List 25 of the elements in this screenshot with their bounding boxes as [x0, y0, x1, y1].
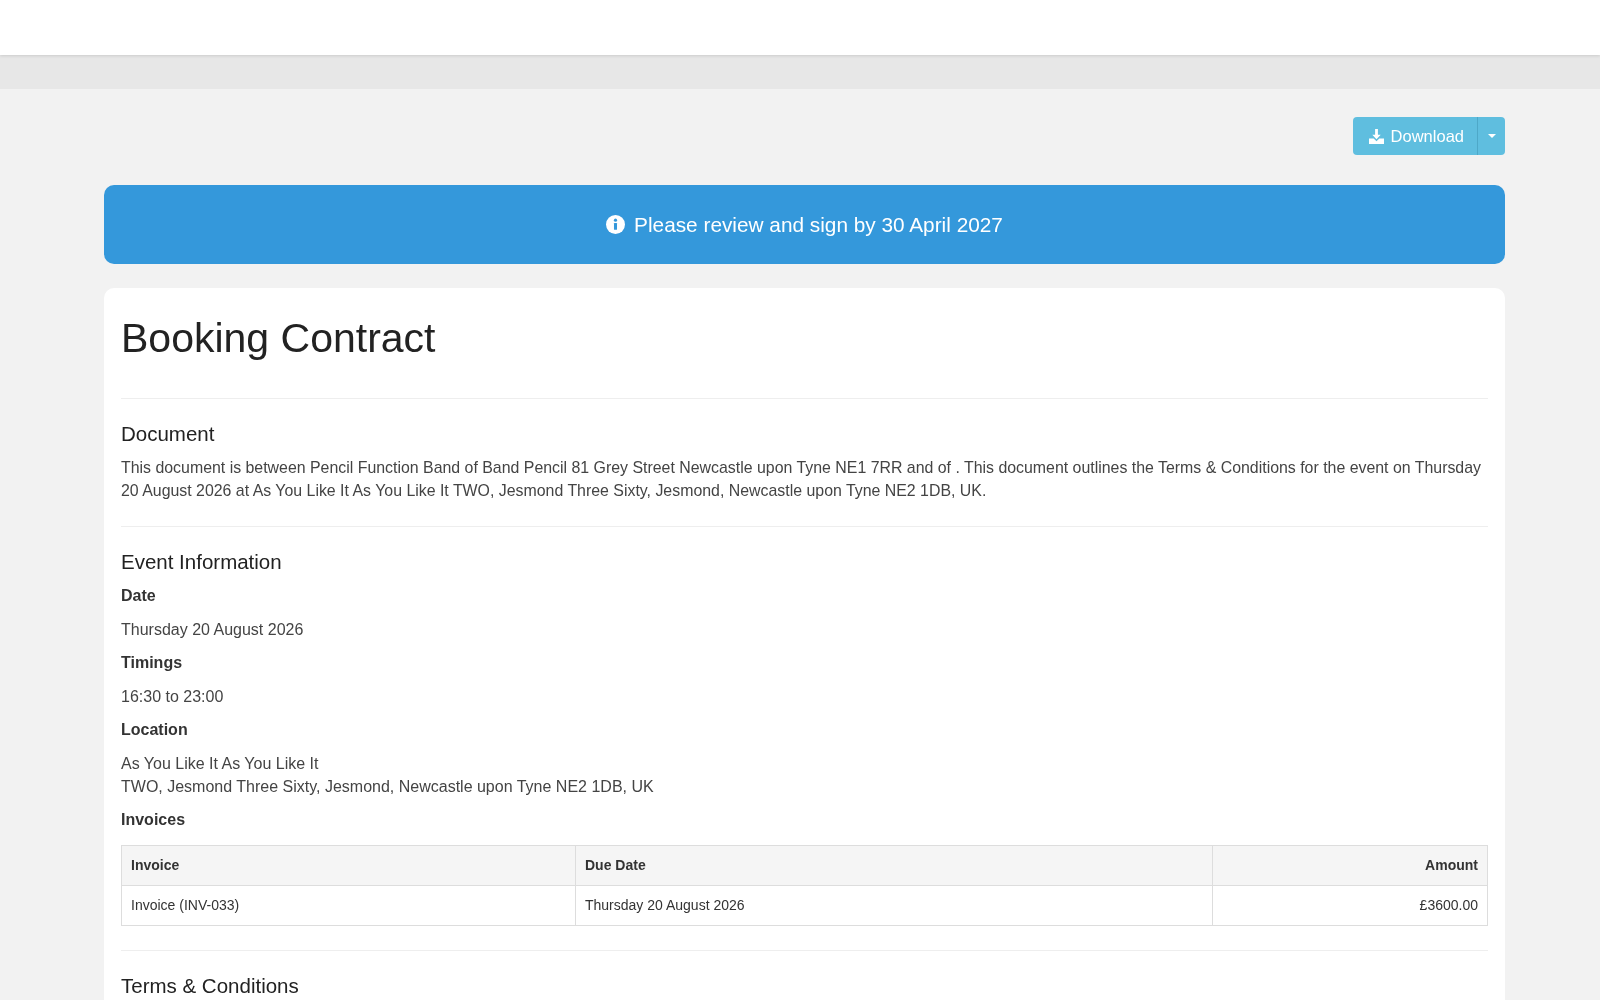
- field-value: Thursday 20 August 2026: [121, 619, 305, 640]
- column-header: Invoice: [121, 845, 576, 885]
- field-label: Timings: [121, 653, 184, 673]
- field-value: TWO, Jesmond Three Sixty, Jesmond, Newcastle upon Tyne NE2 1DB, UK: [121, 776, 655, 797]
- field-label: Date: [121, 586, 157, 606]
- table-cell: Thursday 20 August 2026: [575, 885, 1213, 925]
- section-heading: Document: [121, 422, 216, 446]
- field-label: Invoices: [121, 810, 187, 830]
- field-value: As You Like It As You Like It: [121, 753, 320, 774]
- section-heading: Terms & Conditions: [121, 973, 300, 998]
- dropdown-toggle-button[interactable]: [1477, 117, 1505, 155]
- caret-icon: [1487, 134, 1496, 138]
- table-cell: Invoice (INV-033): [121, 885, 576, 925]
- field-label: Location: [121, 720, 189, 740]
- field-value: 16:30 to 23:00: [121, 686, 225, 707]
- body-paragraph: This document is between Pencil Function Band of Band Pencil 81 Grey Street Newcastle upon Tyne NE1 7RR and of . This document outlines the Terms & Conditions for the event on Thursday 20 August 2026 at As You Like It As You Like It TWO, Jesmond Three Sixty, Jesmond, Newcastle upon Tyne NE2 1DB, UK.: [121, 457, 1482, 501]
- section-heading: Event Information: [121, 549, 283, 574]
- download-button[interactable]: Download: [1352, 117, 1477, 155]
- page-title: Booking Contract: [121, 314, 437, 362]
- info-icon: [606, 215, 626, 234]
- alert-message: Please review and sign by 30 April 2027: [634, 211, 1003, 238]
- download-icon: [1368, 128, 1384, 144]
- table-cell: £3600.00: [1212, 885, 1488, 925]
- column-header: Due Date: [575, 845, 1213, 885]
- column-header: Amount: [1212, 845, 1488, 885]
